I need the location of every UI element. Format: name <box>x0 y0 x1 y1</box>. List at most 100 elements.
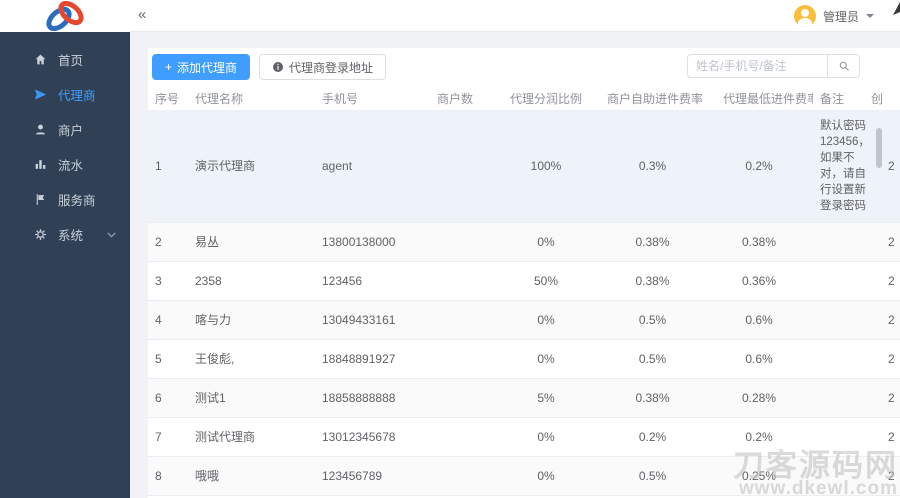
cell-created: 2 <box>866 378 900 418</box>
gear-icon <box>35 229 46 240</box>
cell-merchants <box>430 300 503 340</box>
cell-index: 6 <box>148 378 188 418</box>
app-logo <box>0 0 130 32</box>
cell-merchants <box>430 261 503 301</box>
sidebar-item-label: 商户 <box>58 124 84 138</box>
col-agent-name: 代理名称 <box>188 88 315 111</box>
cell-name: 演示代理商 <box>188 110 315 223</box>
agents-card: + 添加代理商 代理商登录地址 姓名/手机号/备注 序号 代理名称 手机号 商户… <box>148 48 900 498</box>
cell-merchant-rate: 0.3% <box>600 110 716 223</box>
sidebar-item-merchants[interactable]: 商户 <box>0 112 130 147</box>
cell-created: 2 <box>866 222 900 262</box>
sidebar-item-providers[interactable]: 服务商 <box>0 182 130 217</box>
cell-name: 易丛 <box>188 222 315 262</box>
cell-created: 2 <box>866 300 900 340</box>
table-scrollbar-thumb[interactable] <box>876 128 882 168</box>
send-icon <box>35 89 46 100</box>
user-dropdown[interactable]: 管理员 <box>793 4 874 28</box>
sidebar-item-transactions[interactable]: 流水 <box>0 147 130 182</box>
sidebar-item-home[interactable]: 首页 <box>0 42 130 77</box>
sidebar-collapse-icon[interactable]: « <box>138 6 146 23</box>
table-row: 1 演示代理商 agent 100% 0.3% 0.2% 默认密码123456，… <box>148 110 900 223</box>
add-agent-button[interactable]: + 添加代理商 <box>152 54 251 80</box>
agent-login-url-label: 代理商登录地址 <box>289 60 374 75</box>
cell-phone: 13800138000 <box>315 222 430 262</box>
sidebar-item-agents[interactable]: 代理商 <box>0 77 130 112</box>
cell-created: 2 <box>866 339 900 379</box>
home-icon <box>35 54 46 65</box>
col-created: 创 <box>866 88 900 111</box>
username-label: 管理员 <box>822 9 859 24</box>
table-row: 8 哦哦 123456789 0% 0.5% 0.25% 2 <box>148 456 900 496</box>
table-row: 4 喀与力 13049433161 0% 0.5% 0.6% 2 <box>148 300 900 340</box>
cell-remark <box>813 222 866 262</box>
cell-share: 0% <box>503 222 600 262</box>
cell-phone: 18848891927 <box>315 339 430 379</box>
agents-table: 序号 代理名称 手机号 商户数 代理分润比例 商户自助进件费率 代理最低进件费率… <box>148 88 900 496</box>
cell-share: 0% <box>503 456 600 496</box>
cell-min-rate: 0.38% <box>716 222 813 262</box>
cell-remark <box>813 261 866 301</box>
cell-share: 0% <box>503 417 600 457</box>
table-row: 7 测试代理商 13012345678 0% 0.2% 0.2% 2 <box>148 417 900 457</box>
search-icon <box>839 61 849 71</box>
cell-merchant-rate: 0.38% <box>600 378 716 418</box>
cell-merchant-rate: 0.38% <box>600 261 716 301</box>
cell-merchant-rate: 0.2% <box>600 417 716 457</box>
cell-merchants <box>430 339 503 379</box>
chart-icon <box>35 160 46 169</box>
cell-share: 50% <box>503 261 600 301</box>
add-agent-label: 添加代理商 <box>177 60 238 75</box>
col-min-rate: 代理最低进件费率 <box>716 88 813 111</box>
cell-merchant-rate: 0.38% <box>600 222 716 262</box>
cell-remark <box>813 300 866 340</box>
cell-merchants <box>430 378 503 418</box>
cell-name: 王俊彪, <box>188 339 315 379</box>
cell-merchant-rate: 0.5% <box>600 456 716 496</box>
cell-created: 2 <box>866 456 900 496</box>
cell-phone: 123456 <box>315 261 430 301</box>
sidebar-item-label: 服务商 <box>58 194 96 208</box>
table-row: 6 测试1 18858888888 5% 0.38% 0.28% 2 <box>148 378 900 418</box>
cell-remark <box>813 417 866 457</box>
user-icon <box>35 124 46 135</box>
cell-merchants <box>430 222 503 262</box>
cell-min-rate: 0.28% <box>716 378 813 418</box>
cell-share: 100% <box>503 110 600 223</box>
toolbar: + 添加代理商 代理商登录地址 <box>148 48 900 86</box>
table-row: 2 易丛 13800138000 0% 0.38% 0.38% 2 <box>148 222 900 262</box>
caret-down-icon <box>866 14 874 22</box>
cell-share: 0% <box>503 300 600 340</box>
sidebar-item-label: 首页 <box>58 54 84 68</box>
sidebar-item-system[interactable]: 系统 <box>0 217 130 252</box>
main-content: + 添加代理商 代理商登录地址 姓名/手机号/备注 序号 代理名称 手机号 商户… <box>130 32 900 498</box>
search-button[interactable] <box>827 55 859 77</box>
cell-min-rate: 0.36% <box>716 261 813 301</box>
col-share-ratio: 代理分润比例 <box>503 88 600 111</box>
col-merchant-rate: 商户自助进件费率 <box>600 88 716 111</box>
cell-name: 哦哦 <box>188 456 315 496</box>
sidebar-item-label: 流水 <box>58 159 84 173</box>
cell-phone: 18858888888 <box>315 378 430 418</box>
cell-merchant-rate: 0.5% <box>600 339 716 379</box>
search-group <box>687 54 860 78</box>
col-merchant-count: 商户数 <box>430 88 503 111</box>
sidebar-item-label: 代理商 <box>58 89 96 103</box>
top-header-bar: « 管理员 <box>0 0 900 32</box>
cell-index: 3 <box>148 261 188 301</box>
cell-min-rate: 0.2% <box>716 110 813 223</box>
agent-login-url-button[interactable]: 代理商登录地址 <box>259 54 387 80</box>
cell-created: 2 <box>866 110 900 223</box>
cell-phone: 123456789 <box>315 456 430 496</box>
cell-merchant-rate: 0.5% <box>600 300 716 340</box>
cell-index: 5 <box>148 339 188 379</box>
cell-index: 8 <box>148 456 188 496</box>
table-row: 3 2358 123456 50% 0.38% 0.36% 2 <box>148 261 900 301</box>
cell-name: 喀与力 <box>188 300 315 340</box>
search-input[interactable] <box>688 55 827 77</box>
sidebar: 首页 代理商 商户 流水 服务商 系统 <box>0 32 130 498</box>
col-phone: 手机号 <box>315 88 430 111</box>
cell-name: 2358 <box>188 261 315 301</box>
cell-share: 0% <box>503 339 600 379</box>
table-row: 5 王俊彪, 18848891927 0% 0.5% 0.6% 2 <box>148 339 900 379</box>
